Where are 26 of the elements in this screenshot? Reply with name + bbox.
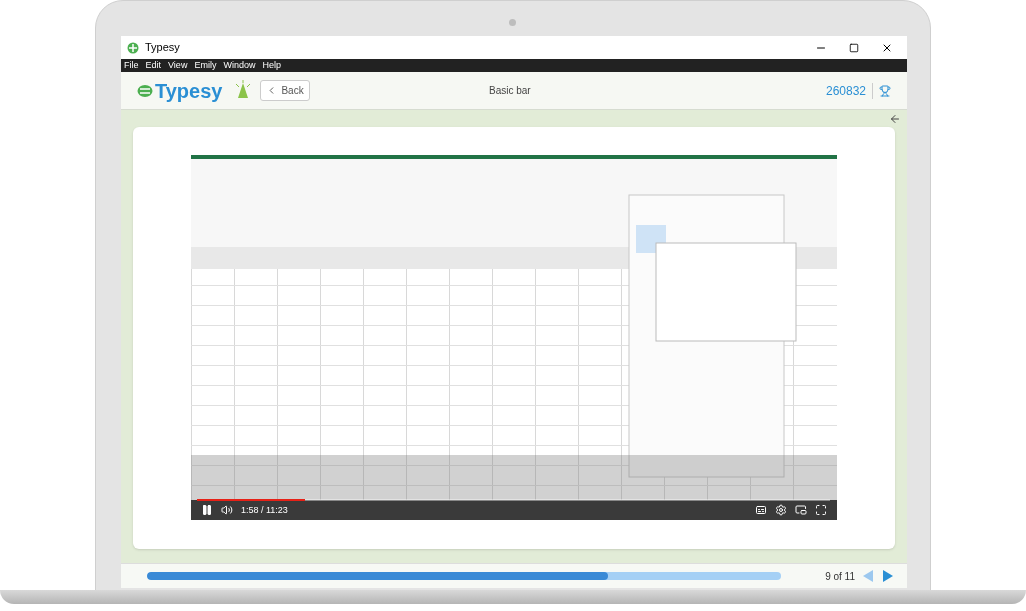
back-button[interactable]: Back — [260, 80, 310, 101]
next-button[interactable] — [883, 570, 893, 582]
menu-item[interactable]: Emily — [194, 59, 217, 72]
pause-icon[interactable] — [201, 504, 213, 516]
menu-item[interactable]: Edit — [145, 59, 162, 72]
menu-item[interactable]: View — [168, 59, 188, 72]
lesson-title: Basic bar — [489, 84, 531, 98]
fullscreen-icon[interactable] — [815, 504, 827, 516]
menu-item[interactable]: Help — [262, 59, 281, 72]
camera-icon — [509, 19, 516, 26]
trophy-icon[interactable] — [879, 84, 891, 97]
logo-icon — [137, 83, 153, 98]
settings-icon[interactable] — [775, 504, 787, 516]
miniplayer-icon[interactable] — [795, 504, 807, 516]
menu-item[interactable]: Window — [223, 59, 256, 72]
window-title: Typesy — [145, 40, 180, 56]
maximize-icon[interactable] — [849, 42, 859, 53]
captions-icon[interactable] — [755, 504, 767, 516]
volume-icon[interactable] — [221, 504, 233, 516]
logo-text: Typesy — [155, 78, 223, 104]
video-time: 1:58 / 11:23 — [241, 504, 288, 516]
score: 260832 — [825, 82, 866, 100]
arrow-left-icon[interactable] — [889, 113, 901, 125]
menu-item[interactable]: File — [124, 59, 139, 72]
logo-icon — [127, 41, 139, 54]
page-counter: 9 of 11 — [825, 569, 855, 584]
